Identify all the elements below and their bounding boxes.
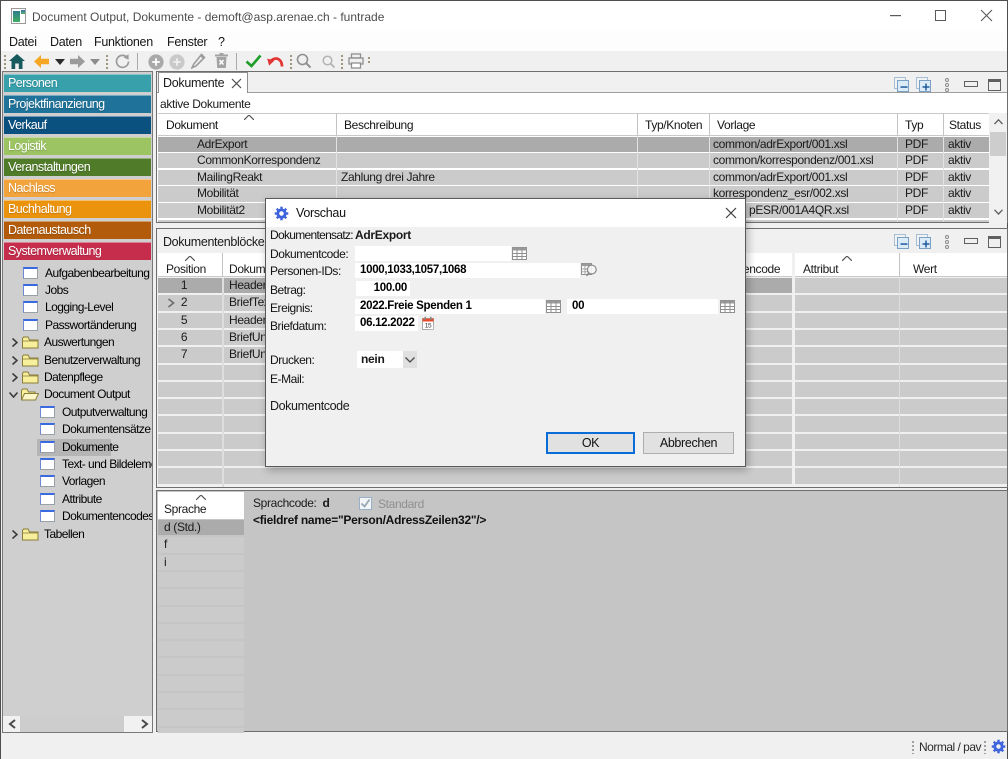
svg-text:15: 15 xyxy=(425,323,432,330)
